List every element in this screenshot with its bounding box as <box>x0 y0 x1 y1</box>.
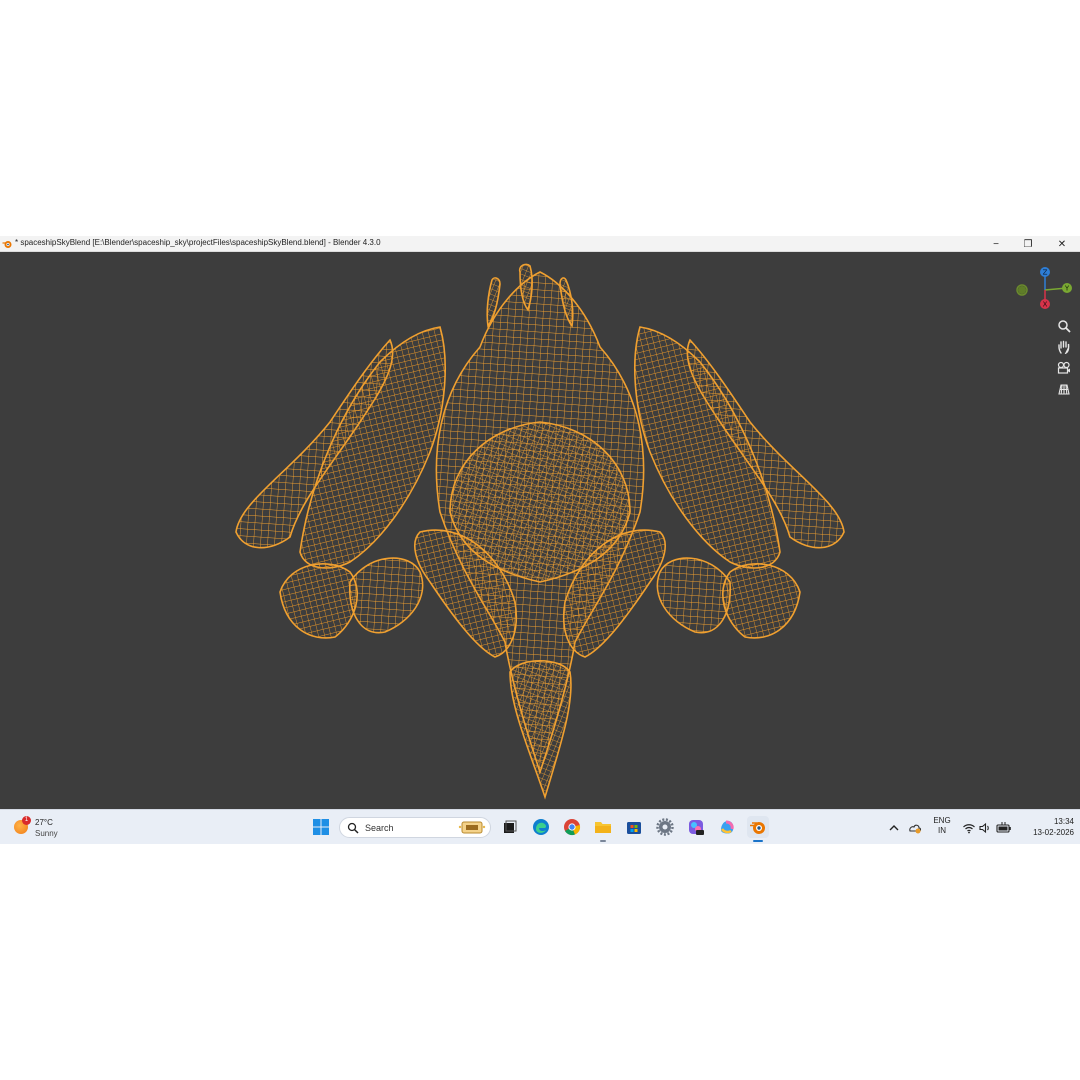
windows-start-icon[interactable] <box>310 816 332 838</box>
volume-icon[interactable] <box>978 821 992 835</box>
desktop-screen: * spaceshipSkyBlend [E:\Blender\spaceshi… <box>0 236 1080 844</box>
task-view-icon[interactable] <box>498 816 520 838</box>
search-highlight-icon <box>458 821 486 834</box>
weather-widget[interactable]: 1 27°C Sunny <box>12 815 82 841</box>
chrome-icon[interactable] <box>561 816 583 838</box>
language-code: ENG <box>933 816 951 825</box>
file-explorer-running-indicator <box>600 840 606 842</box>
store-icon[interactable] <box>623 816 645 838</box>
copilot-pro-icon[interactable] <box>685 816 707 838</box>
camera-icon[interactable] <box>1053 358 1075 378</box>
title-bar[interactable]: * spaceshipSkyBlend [E:\Blender\spaceshi… <box>0 236 1080 252</box>
copilot-icon[interactable] <box>716 816 738 838</box>
gizmo-z-label: Z <box>1043 269 1048 277</box>
window-title: * spaceshipSkyBlend [E:\Blender\spaceshi… <box>15 238 381 247</box>
navigation-gizmo[interactable]: Z Y X <box>1010 260 1080 320</box>
clock-time: 13:34 <box>1053 817 1074 826</box>
3d-viewport[interactable]: Z Y X <box>0 252 1080 809</box>
search-icon <box>347 822 359 834</box>
chevron-up-icon[interactable] <box>887 821 901 835</box>
edge-icon[interactable] <box>530 816 552 838</box>
settings-icon[interactable] <box>654 816 676 838</box>
weather-temperature: 27°C <box>35 818 53 827</box>
close-button[interactable]: ✕ <box>1047 236 1077 252</box>
blender-logo-icon <box>2 241 12 248</box>
spaceship-wireframe-mesh <box>235 263 845 800</box>
taskbar: 1 27°C Sunny Search ENG IN 13:34 13-02-2… <box>0 809 1080 844</box>
clock-date: 13-02-2026 <box>1033 828 1074 837</box>
onedrive-sync-icon[interactable] <box>908 821 922 835</box>
gizmo-y-label: Y <box>1064 285 1070 293</box>
notification-badge: 1 <box>22 816 31 825</box>
wifi-icon[interactable] <box>962 821 976 835</box>
maximize-button[interactable]: ❐ <box>1013 236 1043 252</box>
language-indicator[interactable]: ENG IN <box>930 816 954 836</box>
battery-plugged-icon[interactable] <box>996 821 1012 835</box>
blender-active-indicator <box>753 840 763 842</box>
search-input[interactable]: Search <box>339 817 491 838</box>
zoom-icon[interactable] <box>1053 316 1075 336</box>
region-code: IN <box>938 826 946 835</box>
blender-icon[interactable] <box>747 816 769 838</box>
gizmo-x-label: X <box>1043 301 1048 309</box>
clock[interactable]: 13:34 13-02-2026 <box>1018 816 1074 838</box>
pan-hand-icon[interactable] <box>1053 337 1075 357</box>
file-explorer-icon[interactable] <box>592 816 614 838</box>
weather-condition: Sunny <box>35 829 58 838</box>
minimize-button[interactable]: − <box>981 236 1011 252</box>
grid-ortho-icon[interactable] <box>1053 379 1075 399</box>
search-placeholder: Search <box>365 823 394 833</box>
